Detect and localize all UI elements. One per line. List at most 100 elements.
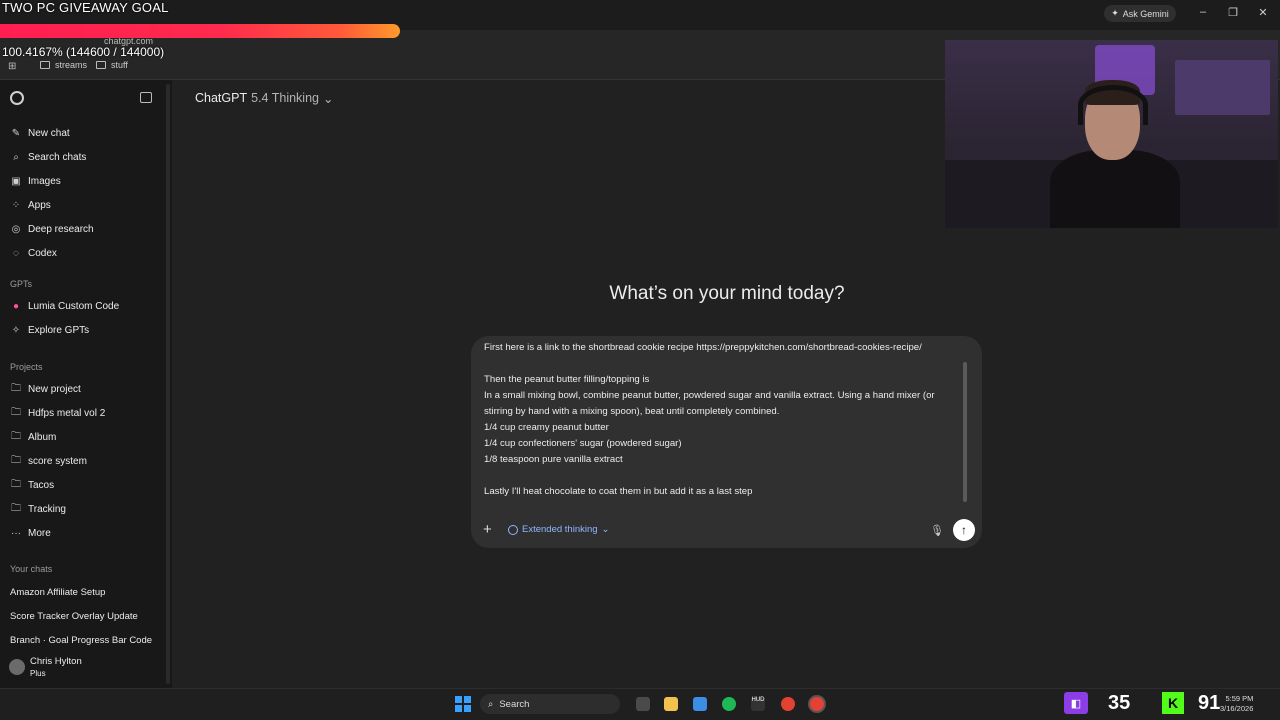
ask-gemini-button[interactable]: ✦ Ask Gemini (1104, 5, 1176, 22)
openai-logo-icon[interactable] (10, 91, 24, 105)
sidebar-item-new-chat[interactable]: ✎ New chat (10, 125, 70, 141)
sidebar-item-project[interactable]: 🗀 Tacos (10, 477, 54, 493)
spotify-icon[interactable] (722, 697, 736, 711)
compose-icon: ✎ (11, 127, 21, 139)
model-name: ChatGPT (195, 91, 248, 105)
restore-icon[interactable]: ❐ (1226, 6, 1240, 19)
goal-progress-text: 100.4167% (144600 / 144000) (2, 45, 165, 59)
goal-progress-bar (0, 24, 400, 38)
twitch-viewer-count: 35 (1108, 692, 1131, 714)
hud-fx-icon[interactable]: HUD (751, 697, 765, 711)
kick-icon: K (1162, 692, 1184, 714)
arrow-up-icon: ↑ (961, 523, 967, 537)
apps-icon: ⁘ (11, 199, 21, 211)
sidebar-item-label: Deep research (28, 223, 94, 235)
sidebar-item-label: Apps (28, 199, 51, 211)
composer-scrollbar[interactable] (963, 362, 967, 502)
avatar[interactable] (9, 659, 25, 675)
webcam-monitor (1175, 60, 1270, 115)
sidebar-item-search-chats[interactable]: ⌕ Search chats (10, 149, 86, 165)
sidebar-item-label: Tracking (28, 503, 66, 515)
search-icon: ⌕ (488, 698, 494, 710)
sidebar-item-label: Lumia Custom Code (28, 300, 120, 312)
folder-icon: 🗀 (11, 502, 21, 514)
webcam-overlay (945, 40, 1278, 228)
minimize-icon[interactable]: – (1196, 6, 1210, 18)
folder-icon: 🗀 (11, 454, 21, 466)
image-icon: ▣ (11, 175, 21, 187)
send-button[interactable]: ↑ (953, 519, 975, 541)
more-icon: ··· (11, 527, 21, 539)
your-chats-heading: Your chats (10, 564, 53, 574)
codex-icon: ◌ (13, 247, 19, 259)
sidebar-item-explore-gpts[interactable]: ✧ Explore GPTs (10, 322, 89, 338)
sidebar-item-project[interactable]: 🗀 Album (10, 429, 56, 445)
chrome-active-icon[interactable] (810, 697, 824, 711)
extended-thinking-toggle[interactable]: Extended thinking ⌄ (508, 524, 610, 535)
sidebar-item-label: Images (28, 175, 61, 187)
windows-start-icon[interactable] (455, 696, 471, 712)
task-view-icon[interactable] (636, 697, 650, 711)
folder-icon: 🗀 (11, 406, 21, 418)
close-icon[interactable]: ✕ (1256, 6, 1270, 19)
chrome-icon[interactable] (781, 697, 795, 711)
chevron-down-icon: ⌄ (601, 524, 610, 535)
sidebar-item-new-project[interactable]: 🗀 New project (10, 381, 81, 397)
model-version: 5.4 Thinking (251, 91, 319, 105)
twitch-icon: ◧ (1064, 692, 1088, 714)
sidebar-item-apps[interactable]: ⁘ Apps (10, 197, 51, 213)
sidebar-item-label: Tacos (28, 479, 55, 491)
ask-gemini-label: Ask Gemini (1122, 8, 1169, 19)
sidebar-item-project[interactable]: 🗀 score system (10, 453, 87, 469)
projects-heading: Projects (10, 362, 43, 372)
thinking-icon (508, 524, 518, 535)
sidebar-item-codex[interactable]: ◌ Codex (10, 245, 57, 261)
explore-icon: ✧ (11, 324, 21, 336)
notepad-icon[interactable] (693, 697, 707, 711)
user-name[interactable]: Chris Hylton (30, 656, 82, 667)
goal-title: TWO PC GIVEAWAY GOAL (2, 0, 169, 15)
file-explorer-icon[interactable] (664, 697, 678, 711)
sidebar-item-label: More (28, 527, 51, 539)
toggle-sidebar-icon[interactable] (140, 92, 152, 103)
chat-list-item[interactable]: Amazon Affiliate Setup (10, 587, 105, 598)
model-selector[interactable]: ChatGPT 5.4 Thinking ⌄ (195, 91, 333, 106)
apps-grid-icon[interactable]: ⊞ (8, 61, 16, 72)
user-plan: Plus (30, 669, 46, 678)
sidebar-item-label: Codex (28, 247, 57, 259)
chat-list-item[interactable]: Branch · Goal Progress Bar Code (10, 635, 152, 646)
sidebar-item-label: score system (28, 455, 87, 467)
clock-date: 3/16/2026 (1220, 704, 1254, 713)
sidebar-item-more[interactable]: ··· More (10, 525, 51, 541)
sidebar-item-label: New project (28, 383, 81, 395)
microphone-icon[interactable]: 🎙 (930, 524, 944, 537)
bookmark-streams[interactable]: streams (40, 60, 87, 70)
add-attachment-icon[interactable]: + (483, 521, 492, 538)
gpts-heading: GPTs (10, 279, 33, 289)
folder-plus-icon: 🗀 (11, 382, 21, 394)
page-title: What’s on your mind today? (609, 283, 845, 304)
system-clock[interactable]: 5:59 PM 3/16/2026 (1220, 694, 1253, 714)
taskbar-search[interactable]: ⌕ Search (480, 694, 620, 714)
sidebar-item-label: Album (28, 431, 57, 443)
sidebar-item-label: Hdfps metal vol 2 (28, 407, 106, 419)
folder-icon (40, 61, 50, 69)
sidebar-item-label: New chat (28, 127, 70, 139)
folder-icon: 🗀 (11, 478, 21, 490)
sidebar-item-project[interactable]: 🗀 Tracking (10, 501, 66, 517)
sidebar-item-deep-research[interactable]: ◎ Deep research (10, 221, 94, 237)
sidebar-item-project[interactable]: 🗀 Hdfps metal vol 2 (10, 405, 105, 421)
sidebar-item-images[interactable]: ▣ Images (10, 173, 61, 189)
webcam-headset (1078, 85, 1148, 125)
taskbar-search-label: Search (499, 698, 530, 710)
prompt-input[interactable]: First here is a link to the shortbread c… (484, 340, 954, 500)
search-icon: ⌕ (13, 151, 19, 163)
sidebar-item-lumia[interactable]: ● Lumia Custom Code (10, 298, 119, 314)
chevron-down-icon: ⌄ (322, 92, 334, 106)
chat-list-item[interactable]: Score Tracker Overlay Update (10, 611, 138, 622)
sidebar-scrollbar[interactable] (166, 84, 170, 684)
gemini-icon: ✦ (1111, 8, 1119, 18)
sidebar-item-label: Search chats (28, 151, 87, 163)
bookmark-label: streams (55, 60, 88, 70)
bookmark-stuff[interactable]: stuff (96, 60, 128, 70)
